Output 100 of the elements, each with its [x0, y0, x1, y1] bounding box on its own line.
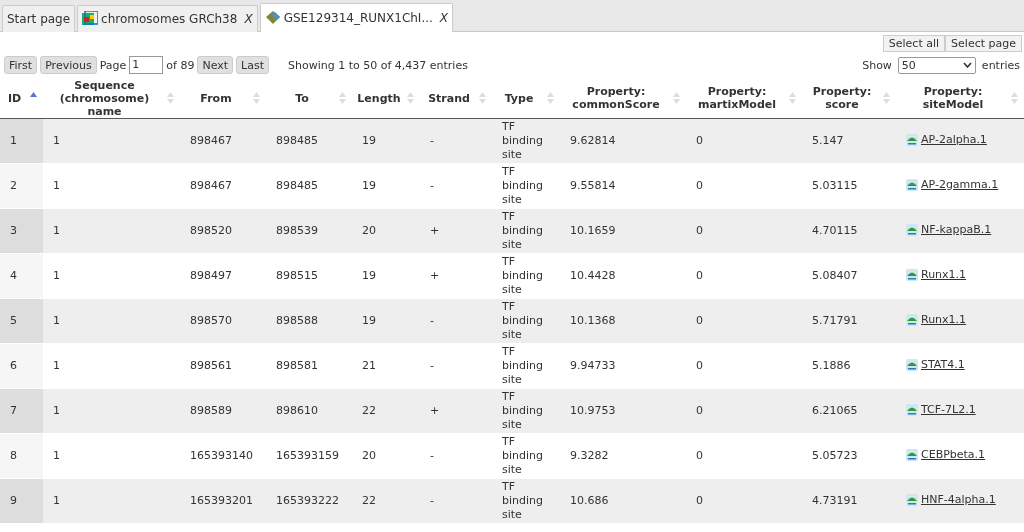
table-cell: 0: [686, 118, 802, 164]
table-cell: 5.147: [802, 118, 896, 164]
page-label: Page: [99, 58, 127, 72]
table-cell: 4.70115: [802, 208, 896, 254]
site-model-link[interactable]: CEBPbeta.1: [921, 447, 986, 462]
table-cell: 0: [686, 388, 802, 434]
table-cell: -: [420, 118, 492, 164]
table-cell: 898539: [266, 208, 352, 254]
table-cell: 1: [43, 118, 180, 164]
next-button[interactable]: Next: [197, 56, 234, 74]
tab[interactable]: GSE129314_RUNX1ChI... X: [259, 3, 454, 32]
select-button[interactable]: Select page: [945, 35, 1022, 52]
table-cell: 20: [352, 208, 420, 254]
table-cell: TF binding site: [492, 118, 560, 164]
table-cell: 898570: [180, 298, 266, 344]
table-cell: 0: [686, 478, 802, 523]
table-cell: 1: [43, 298, 180, 344]
entries-label: entries: [981, 58, 1020, 72]
column-header[interactable]: Property: commonScore: [560, 78, 686, 119]
table-cell: 898589: [180, 388, 266, 434]
tab-label[interactable]: Start page: [7, 12, 71, 26]
table-cell: 5.71791: [802, 298, 896, 344]
table-cell: 898467: [180, 118, 266, 164]
table-cell: 7: [0, 388, 43, 434]
table-cell: 1: [43, 478, 180, 523]
column-header[interactable]: Property: siteModel: [896, 78, 1024, 119]
last-button[interactable]: Last: [236, 56, 269, 74]
page-field[interactable]: 1: [129, 56, 164, 74]
table-cell: 898610: [266, 388, 352, 434]
table-cell: TF binding site: [492, 208, 560, 254]
page-count: of 89: [166, 58, 195, 72]
table-cell: 1: [0, 118, 43, 164]
model-icon: [906, 448, 918, 461]
table-cell: 898485: [266, 118, 352, 164]
column-header[interactable]: Property: martixModel: [686, 78, 802, 119]
model-icon: [906, 313, 918, 326]
table-cell: 22: [352, 478, 420, 523]
table-cell: 6.21065: [802, 388, 896, 434]
page-size-dropdown[interactable]: 50: [897, 56, 976, 74]
previous-button[interactable]: Previous: [40, 56, 97, 74]
table-cell: 19: [352, 298, 420, 344]
table-cell: TF binding site: [492, 478, 560, 523]
table-cell: 9: [0, 478, 43, 523]
column-header[interactable]: From: [180, 78, 266, 119]
table-cell: -: [420, 478, 492, 523]
table-cell: 898588: [266, 298, 352, 344]
column-header[interactable]: Strand: [420, 78, 492, 119]
model-icon: [906, 403, 918, 416]
show-label: Show: [862, 58, 892, 72]
model-icon: [906, 268, 918, 281]
model-icon: [906, 223, 918, 236]
site-model-link[interactable]: AP-2gamma.1: [921, 177, 999, 192]
select-button[interactable]: Select all: [882, 35, 946, 52]
tab[interactable]: chromosomes GRCh38 X: [77, 5, 258, 32]
column-header[interactable]: Length: [352, 78, 420, 119]
table-cell: 0: [686, 208, 802, 254]
tab[interactable]: Start page: [2, 5, 76, 32]
column-header[interactable]: Type: [492, 78, 560, 119]
table-cell: +: [420, 208, 492, 254]
table-cell: 5: [0, 298, 43, 344]
entries-info: Showing 1 to 50 of 4,437 entries: [287, 58, 468, 72]
table-cell: 4: [0, 253, 43, 299]
table-cell: 165393201: [180, 478, 266, 523]
tab-label[interactable]: chromosomes GRCh38: [101, 12, 238, 26]
site-model-link[interactable]: STAT4.1: [921, 357, 965, 372]
table-cell: 4.73191: [802, 478, 896, 523]
table-cell: 22: [352, 388, 420, 434]
site-model-link[interactable]: Runx1.1: [921, 312, 967, 327]
model-icon: [906, 178, 918, 191]
site-model-link[interactable]: TCF-7L2.1: [921, 402, 976, 417]
grid-icon: [82, 11, 99, 27]
table-cell: 165393222: [266, 478, 352, 523]
tab-label[interactable]: GSE129314_RUNX1ChI...: [283, 11, 433, 25]
model-icon: [906, 358, 918, 371]
first-button[interactable]: First: [4, 56, 38, 74]
column-header[interactable]: To: [266, 78, 352, 119]
table-cell: TF binding site: [492, 298, 560, 344]
site-model-link[interactable]: NF-kappaB.1: [921, 222, 992, 237]
column-header[interactable]: Property: score: [802, 78, 896, 119]
table-cell: 1: [43, 208, 180, 254]
table-cell: 6: [0, 343, 43, 389]
close-tab-button[interactable]: X: [240, 12, 253, 26]
model-icon: [906, 493, 918, 506]
chevron-down-icon: [962, 62, 972, 68]
site-model-link[interactable]: Runx1.1: [921, 267, 967, 282]
close-tab-button[interactable]: X: [435, 11, 449, 25]
diamond-icon: [264, 10, 281, 26]
table-cell: 898520: [180, 208, 266, 254]
column-header[interactable]: ID: [0, 78, 43, 119]
table-cell: 0: [686, 298, 802, 344]
column-header[interactable]: Sequence (chromosome) name: [43, 78, 180, 119]
table-cell: 10.686: [560, 478, 686, 523]
table-cell: 10.1368: [560, 298, 686, 344]
table-cell: TF binding site: [492, 388, 560, 434]
table-cell: 9.62814: [560, 118, 686, 164]
table-cell: 8: [0, 433, 43, 479]
table-cell: 19: [352, 118, 420, 164]
site-model-link[interactable]: AP-2alpha.1: [921, 132, 987, 147]
site-model-link[interactable]: HNF-4alpha.1: [921, 492, 996, 507]
table-cell: 3: [0, 208, 43, 254]
